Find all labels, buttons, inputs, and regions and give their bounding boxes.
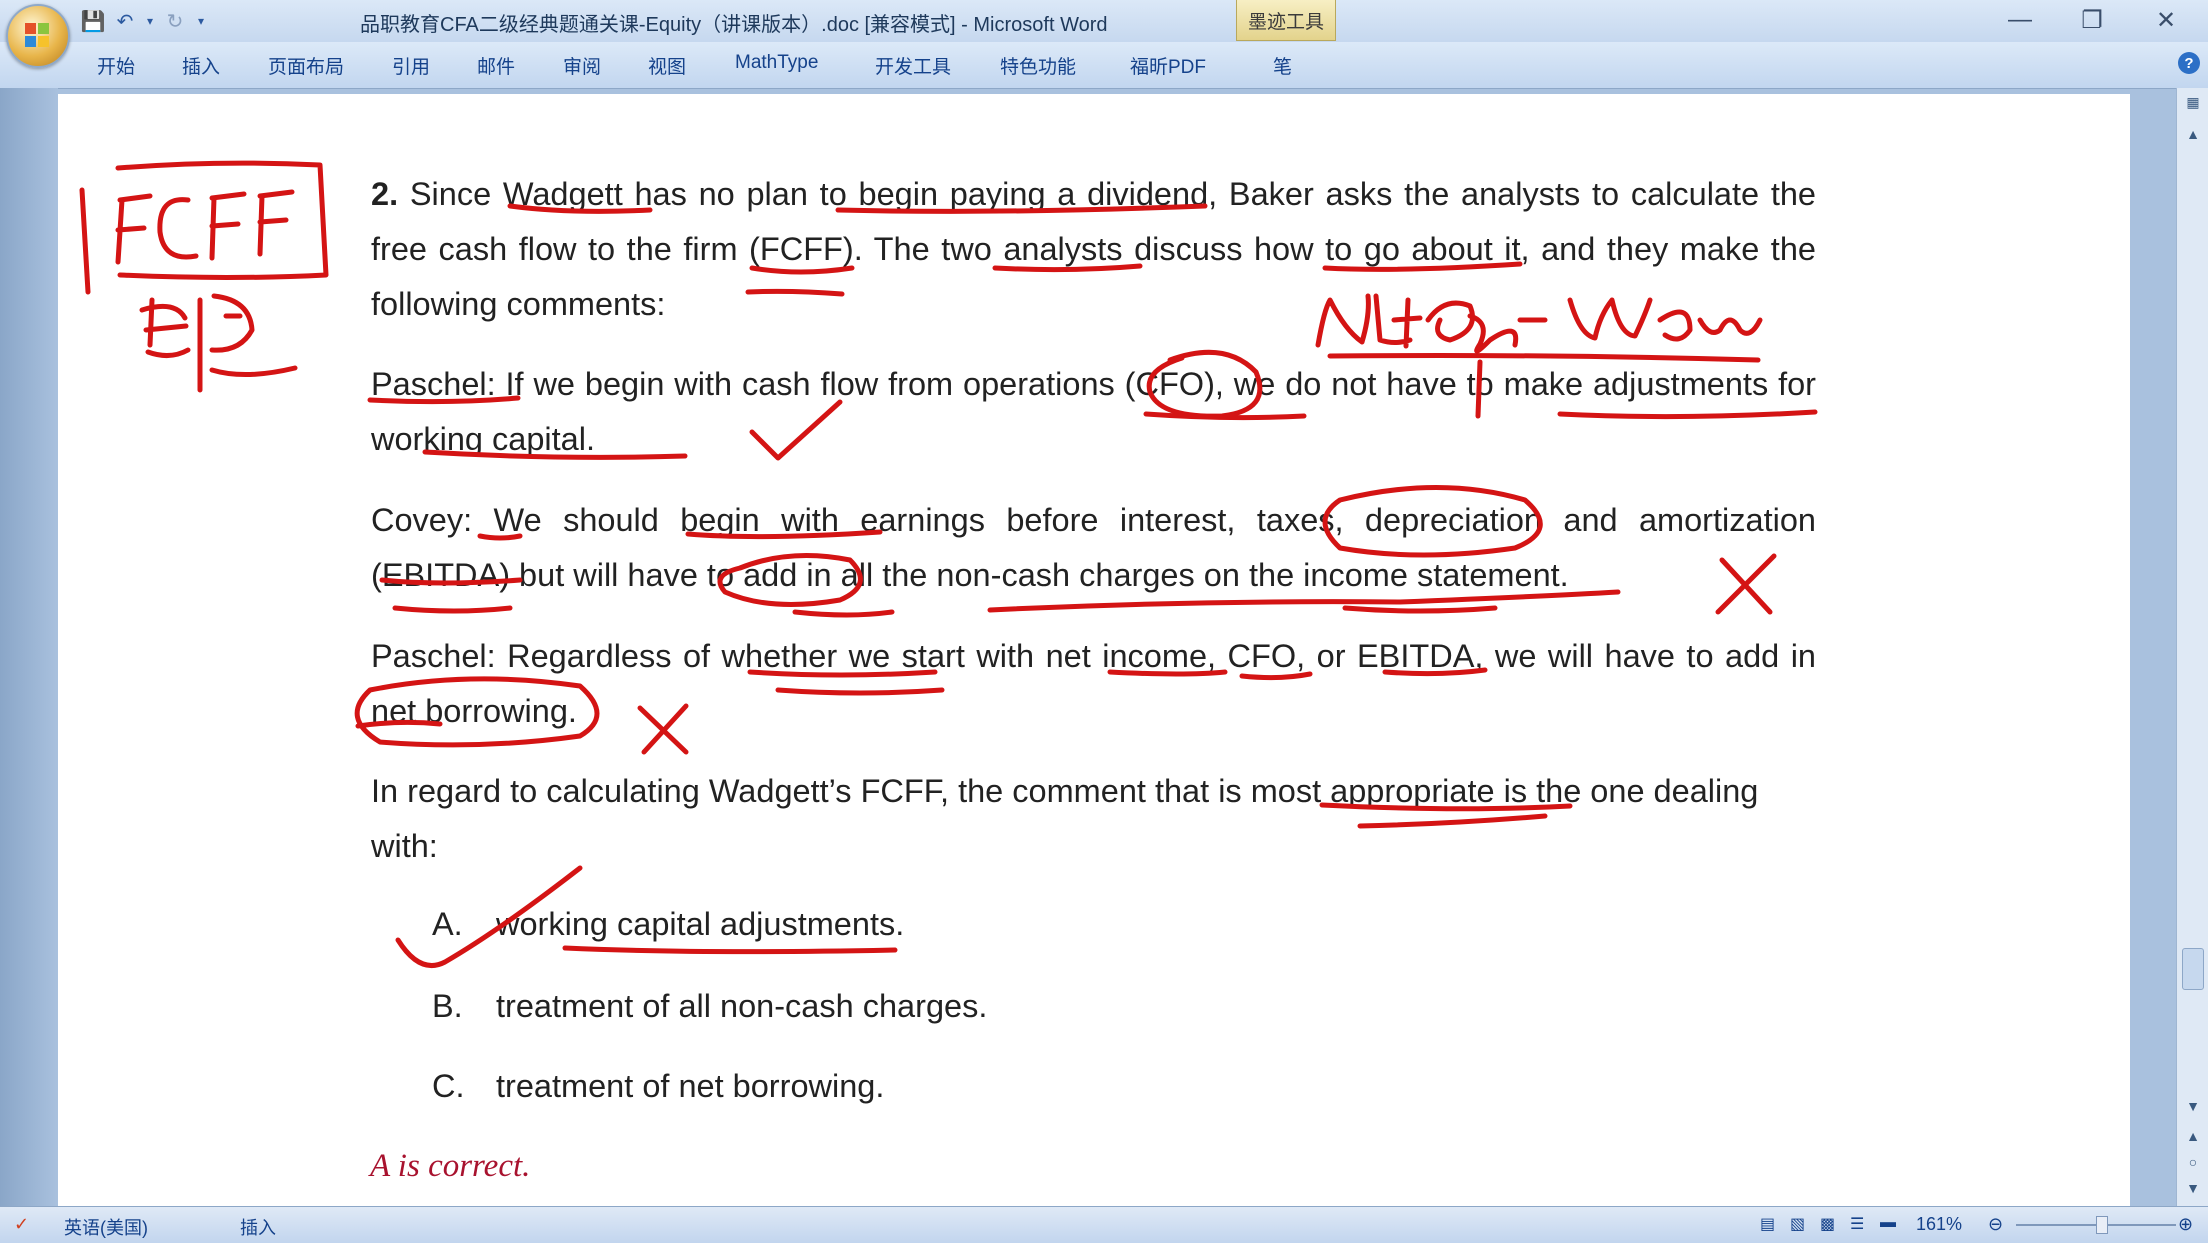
zoom-slider-thumb[interactable]	[2096, 1216, 2108, 1234]
tab-pen[interactable]: 笔	[1273, 52, 1292, 79]
question-prompt: In regard to calculating Wadgett’s FCFF,…	[371, 773, 1759, 864]
zoom-level[interactable]: 161%	[1916, 1214, 1962, 1235]
language-indicator[interactable]: 英语(美国)	[64, 1214, 148, 1240]
view-draft-icon[interactable]: ▬	[1880, 1214, 1896, 1232]
scroll-thumb[interactable]	[2182, 948, 2204, 990]
comment-paschel-1: Paschel: If we begin with cash flow from…	[371, 366, 1816, 457]
zoom-in-icon[interactable]: ⊕	[2178, 1214, 2193, 1235]
help-icon[interactable]: ?	[2178, 52, 2200, 74]
comment-paschel-2: Paschel: Regardless of whether we start …	[371, 638, 1816, 729]
question-paragraph: 2. Since Wadgett has no plan to begin pa…	[371, 167, 1816, 332]
insert-mode-indicator[interactable]: 插入	[240, 1214, 276, 1240]
vertical-scrollbar[interactable]: ▦ ▲ ▼ ▲ ○ ▼	[2176, 88, 2208, 1206]
comment-covey: Covey: We should begin with earnings bef…	[371, 502, 1816, 593]
dropdown-icon[interactable]: ▾	[144, 8, 156, 34]
tab-mathtype[interactable]: MathType	[735, 52, 818, 74]
tab-home[interactable]: 开始	[97, 52, 135, 79]
option-c-text: treatment of net borrowing.	[496, 1068, 885, 1104]
tab-special-features[interactable]: 特色功能	[1000, 52, 1076, 79]
ribbon-tabs: 开始 插入 页面布局 引用 邮件 审阅 视图 MathType 开发工具 特色功…	[0, 42, 2208, 89]
save-icon[interactable]: 💾	[80, 8, 106, 34]
view-print-layout-icon[interactable]: ▤	[1760, 1214, 1775, 1234]
option-c-letter: C.	[432, 1068, 465, 1104]
next-page-icon[interactable]: ▼	[2181, 1180, 2205, 1196]
option-b-text: treatment of all non-cash charges.	[496, 988, 988, 1024]
view-web-icon[interactable]: ▩	[1820, 1214, 1835, 1234]
tab-developer[interactable]: 开发工具	[875, 52, 951, 79]
scroll-down-icon[interactable]: ▼	[2181, 1098, 2205, 1114]
question-number: 2.	[371, 176, 399, 212]
proofing-icon[interactable]: ✓	[14, 1214, 29, 1235]
office-button[interactable]	[6, 4, 70, 68]
title-bar: 💾 ↶ ▾ ↻ ▾ 品职教育CFA二级经典题通关课-Equity（讲课版本）.d…	[0, 0, 2208, 42]
undo-icon[interactable]: ↶	[112, 8, 138, 34]
browse-object-icon[interactable]: ○	[2181, 1154, 2205, 1170]
prev-page-icon[interactable]: ▲	[2181, 1128, 2205, 1144]
redo-icon[interactable]: ↻	[162, 8, 188, 34]
tab-page-layout[interactable]: 页面布局	[268, 52, 344, 79]
view-outline-icon[interactable]: ☰	[1850, 1214, 1864, 1234]
answer-text: A is correct.	[370, 1148, 531, 1184]
context-tab-ink-tools[interactable]: 墨迹工具	[1236, 0, 1336, 41]
scroll-up-icon[interactable]: ▲	[2181, 126, 2205, 142]
tab-foxit-pdf[interactable]: 福昕PDF	[1130, 52, 1206, 79]
restore-button[interactable]: ❐	[2064, 2, 2120, 38]
option-b-letter: B.	[432, 988, 463, 1024]
tab-mailings[interactable]: 邮件	[477, 52, 515, 79]
tab-insert[interactable]: 插入	[182, 52, 220, 79]
minimize-button[interactable]: —	[1992, 2, 2048, 38]
quick-access-toolbar: 💾 ↶ ▾ ↻ ▾	[80, 6, 208, 36]
office-logo-icon	[25, 23, 51, 49]
question-text: Since Wadgett has no plan to begin payin…	[371, 176, 1817, 322]
view-reading-icon[interactable]: ▧	[1790, 1214, 1805, 1234]
window-title: 品职教育CFA二级经典题通关课-Equity（讲课版本）.doc [兼容模式] …	[360, 14, 1108, 36]
customize-qat-icon[interactable]: ▾	[194, 8, 208, 34]
close-button[interactable]: ✕	[2138, 2, 2194, 38]
zoom-out-icon[interactable]: ⊖	[1988, 1214, 2003, 1235]
option-a-text: working capital adjustments.	[496, 906, 905, 942]
status-bar: ✓ 英语(美国) 插入 ▤ ▧ ▩ ☰ ▬ 161% ⊖ ⊕	[0, 1206, 2208, 1243]
tab-references[interactable]: 引用	[392, 52, 430, 79]
tab-review[interactable]: 审阅	[563, 52, 601, 79]
option-a-letter: A.	[432, 906, 463, 942]
page-margin-area	[0, 88, 58, 1206]
tab-view[interactable]: 视图	[648, 52, 686, 79]
ruler-toggle-icon[interactable]: ▦	[2181, 94, 2205, 111]
